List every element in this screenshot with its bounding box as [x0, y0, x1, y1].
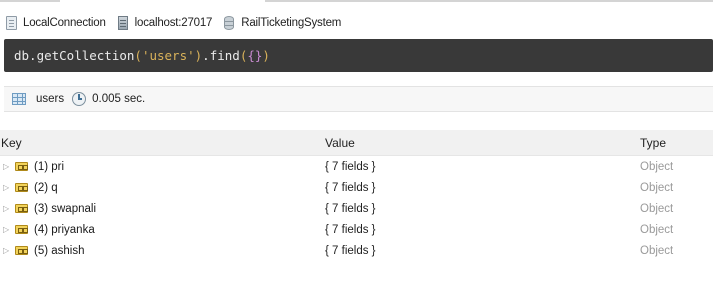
triangle-right-icon[interactable]: ▷	[3, 162, 15, 171]
table-row[interactable]: ▷ (3) swapnali { 7 fields } Object	[0, 198, 713, 219]
triangle-right-icon[interactable]: ▷	[3, 204, 15, 213]
table-row[interactable]: ▷ (4) priyanka { 7 fields } Object	[0, 219, 713, 240]
connection-item[interactable]: LocalConnection	[6, 16, 106, 30]
row-key-cell: ▷ (4) priyanka	[0, 224, 325, 236]
database-item[interactable]: RailTicketingSystem	[224, 16, 341, 30]
query-collection-arg: 'users'	[141, 48, 195, 63]
row-key-cell: ▷ (2) q	[0, 182, 325, 194]
column-header-value[interactable]: Value	[325, 136, 640, 150]
table-grid-icon	[12, 93, 26, 105]
connection-name: LocalConnection	[23, 17, 106, 29]
top-divider-right	[265, 0, 713, 2]
connection-breadcrumb: LocalConnection localhost:27017 RailTick…	[6, 12, 353, 34]
row-key: (4) priyanka	[34, 223, 95, 236]
server-item[interactable]: localhost:27017	[117, 16, 213, 30]
server-address: localhost:27017	[134, 17, 213, 29]
query-editor[interactable]: db.getCollection('users').find({})	[4, 39, 713, 72]
row-type: Object	[640, 181, 674, 194]
row-key: (3) swapnali	[34, 202, 96, 215]
table-row[interactable]: ▷ (5) ashish { 7 fields } Object	[0, 240, 713, 261]
row-type: Object	[640, 160, 674, 173]
result-elapsed-time: 0.005 sec.	[92, 93, 146, 105]
document-object-icon	[15, 183, 28, 192]
database-icon	[224, 16, 235, 30]
row-value: { 7 fields }	[325, 223, 376, 236]
table-row[interactable]: ▷ (1) pri { 7 fields } Object	[0, 156, 713, 177]
top-divider-left	[0, 0, 60, 2]
row-key-cell: ▷ (1) pri	[0, 161, 325, 173]
computer-file-icon	[6, 16, 17, 30]
document-object-icon	[15, 204, 28, 213]
document-object-icon	[15, 246, 28, 255]
row-type: Object	[640, 223, 674, 236]
server-icon	[117, 16, 128, 30]
row-key-cell: ▷ (3) swapnali	[0, 203, 325, 215]
query-prefix: db.getCollection	[14, 48, 135, 63]
results-table: Key Value Type ▷ (1) pri { 7 fields } Ob…	[0, 130, 713, 261]
document-object-icon	[15, 162, 28, 171]
result-collection-name: users	[36, 93, 65, 105]
row-key: (5) ashish	[34, 244, 85, 257]
query-method: .find	[202, 48, 240, 63]
table-row[interactable]: ▷ (2) q { 7 fields } Object	[0, 177, 713, 198]
triangle-right-icon[interactable]: ▷	[3, 225, 15, 234]
top-divider	[0, 0, 713, 3]
row-value: { 7 fields }	[325, 202, 376, 215]
row-value: { 7 fields }	[325, 181, 376, 194]
row-value: { 7 fields }	[325, 244, 376, 257]
query-method-close: )	[262, 48, 270, 63]
database-name: RailTicketingSystem	[241, 17, 342, 29]
triangle-right-icon[interactable]: ▷	[3, 246, 15, 255]
row-key: (2) q	[34, 181, 58, 194]
column-header-key[interactable]: Key	[0, 136, 325, 150]
query-open-paren: (	[134, 48, 142, 63]
row-type: Object	[640, 244, 674, 257]
table-header-row: Key Value Type	[0, 130, 713, 156]
document-object-icon	[15, 225, 28, 234]
clock-icon	[72, 92, 87, 106]
row-value: { 7 fields }	[325, 160, 376, 173]
query-text[interactable]: db.getCollection('users').find({})	[14, 48, 270, 63]
row-key-cell: ▷ (5) ashish	[0, 245, 325, 257]
column-header-type[interactable]: Type	[640, 136, 713, 150]
query-braces: {}	[247, 48, 263, 63]
result-header: users 0.005 sec.	[4, 86, 713, 112]
row-key: (1) pri	[34, 160, 65, 173]
row-type: Object	[640, 202, 674, 215]
triangle-right-icon[interactable]: ▷	[3, 183, 15, 192]
